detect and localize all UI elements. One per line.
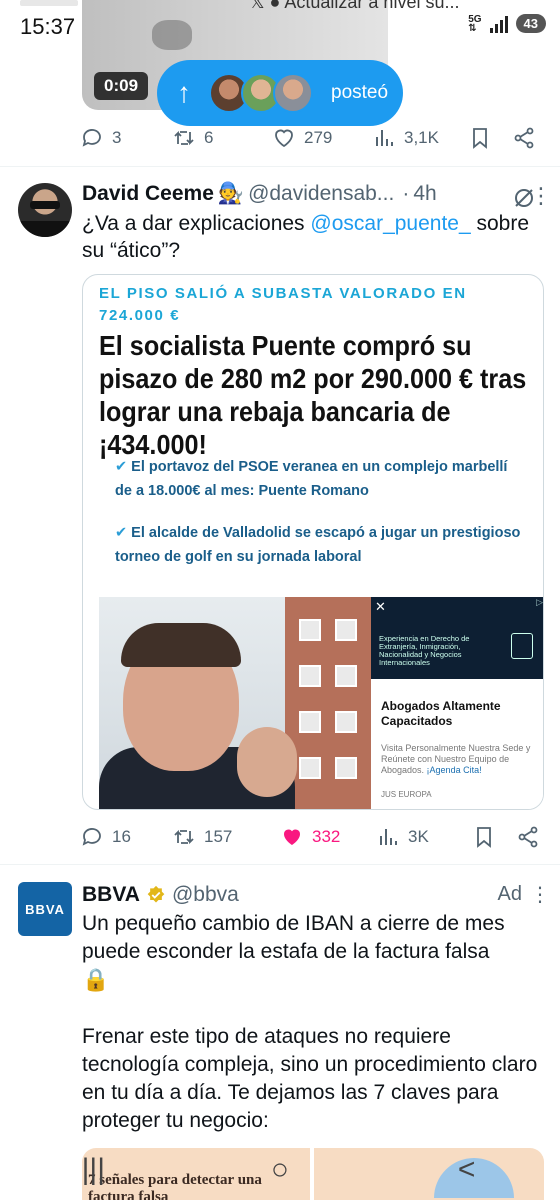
bookmark-button[interactable] [472, 825, 516, 849]
analytics-icon [376, 130, 393, 146]
network-icon: 5G ⇅ [468, 13, 482, 34]
recents-button[interactable]: ||| [63, 1145, 123, 1195]
share-button[interactable] [512, 126, 536, 150]
check-icon: ✔ [115, 459, 128, 475]
home-icon: ○ [270, 1153, 290, 1186]
reply-button[interactable]: 16 [80, 825, 172, 849]
notification-thumbnail [20, 0, 78, 6]
scales-icon [511, 633, 533, 659]
tweet-time[interactable]: 4h [413, 182, 436, 206]
ad-info-icon[interactable]: ▷ [536, 597, 543, 608]
reply-button[interactable]: 3 [80, 126, 172, 150]
ad-cta-link[interactable]: ¡Agenda Cita! [427, 765, 482, 775]
avatar[interactable] [18, 183, 72, 237]
home-button[interactable]: ○ [250, 1145, 310, 1195]
author-name[interactable]: David Ceeme [82, 182, 214, 206]
ad-banner-text: Experiencia en Derecho de Extranjería, I… [379, 634, 470, 667]
ad-description: Visita Personalmente Nuestra Sede y Reún… [381, 743, 531, 775]
author-handle[interactable]: @bbva [172, 883, 239, 907]
like-button[interactable]: 332 [280, 825, 376, 849]
bookmark-icon [473, 128, 487, 149]
reply-icon [82, 828, 101, 846]
author-name[interactable]: BBVA [82, 883, 140, 907]
heart-icon [275, 129, 293, 148]
author-emoji: 🧑‍🔧 [217, 182, 245, 205]
tweet-text: ¿Va a dar explicaciones @oscar_puente_ s… [82, 212, 530, 262]
more-options-icon[interactable]: ⋮ [530, 882, 550, 907]
notification-preview: 𝕏 ● Actualizar a nivel su... [250, 0, 459, 13]
more-options-icon[interactable]: ⋮ [530, 183, 552, 209]
bookmark-icon [477, 827, 491, 848]
new-posts-avatars [209, 73, 313, 113]
article-photo [99, 597, 371, 809]
verified-gold-icon [147, 885, 165, 902]
battery-icon: 43 [515, 14, 546, 33]
clock: 15:37 [20, 14, 76, 39]
ad-source: JUS EUROPA [381, 790, 432, 799]
repost-button[interactable]: 6 [172, 126, 272, 150]
video-duration: 0:09 [94, 72, 149, 100]
views-button[interactable]: 3,1K [372, 126, 468, 150]
action-bar: 16 157 332 3K [80, 825, 550, 849]
back-button[interactable]: < [437, 1145, 497, 1195]
new-posts-label: posteó [331, 82, 389, 103]
ad-banner: ✕ ▷ Experiencia en Derecho de Extranjerí… [371, 597, 543, 679]
bbva-logo[interactable]: BBVA [18, 882, 72, 936]
arrow-up-icon: ↑ [177, 77, 191, 108]
divider [0, 166, 560, 167]
check-icon: ✔ [115, 525, 128, 541]
action-bar: 3 6 279 3,1K [80, 126, 550, 150]
repost-icon [174, 829, 194, 845]
article-bullet: ✔ El alcalde de Valladolid se escapó a ju… [115, 525, 521, 565]
recents-icon: ||| [81, 1153, 106, 1186]
analytics-icon [380, 829, 397, 845]
new-posts-pill[interactable]: ↑ posteó [157, 60, 403, 126]
back-icon: < [457, 1153, 476, 1186]
embedded-ad[interactable]: ✕ ▷ Experiencia en Derecho de Extranjerí… [371, 597, 543, 809]
lock-emoji: 🔒 [82, 967, 110, 992]
share-icon [518, 826, 538, 848]
repost-button[interactable]: 157 [172, 825, 280, 849]
system-icons: 5G ⇅ 43 [468, 14, 546, 33]
system-nav-bar: ||| ○ < [0, 1140, 560, 1200]
share-button[interactable] [516, 825, 540, 849]
article-headline: El socialista Puente compró su pisazo de… [99, 330, 527, 460]
separator-dot: · [402, 182, 410, 205]
article-card[interactable]: EL PISO SALIÓ A SUBASTA VALORADO EN 724.… [82, 274, 544, 810]
tweet-text: Un pequeño cambio de IBAN a cierre de me… [82, 912, 538, 1132]
tweet-header: David Ceeme 🧑‍🔧 @davidensab... · 4h [82, 182, 552, 206]
divider [0, 864, 560, 865]
close-icon[interactable]: ✕ [375, 599, 386, 615]
article-bullet: ✔ El portavoz del PSOE veranea en un comp… [115, 459, 508, 499]
mention-link[interactable]: @oscar_puente_ [310, 212, 470, 235]
tweet-header: BBVA @bbva Ad ⋮ [82, 882, 552, 907]
bookmark-button[interactable] [468, 126, 512, 150]
article-kicker: EL PISO SALIÓ A SUBASTA VALORADO EN 724.… [99, 285, 467, 324]
signal-icon [489, 15, 508, 33]
repost-icon [174, 130, 194, 146]
reply-icon [82, 129, 101, 147]
status-bar: 15:37 𝕏 ● Actualizar a nivel su... 5G ⇅ 4… [0, 0, 560, 52]
author-handle[interactable]: @davidensab... [248, 182, 394, 206]
heart-filled-icon [284, 829, 300, 845]
x-notification-icon: 𝕏 ● [250, 0, 281, 12]
like-button[interactable]: 279 [272, 126, 372, 150]
views-button[interactable]: 3K [376, 825, 472, 849]
share-icon [514, 127, 534, 149]
ad-title: Abogados Altamente Capacitados [381, 699, 501, 728]
notification-text: Actualizar a nivel su... [284, 0, 460, 12]
avatar [273, 73, 313, 113]
ad-label: Ad [497, 883, 522, 905]
